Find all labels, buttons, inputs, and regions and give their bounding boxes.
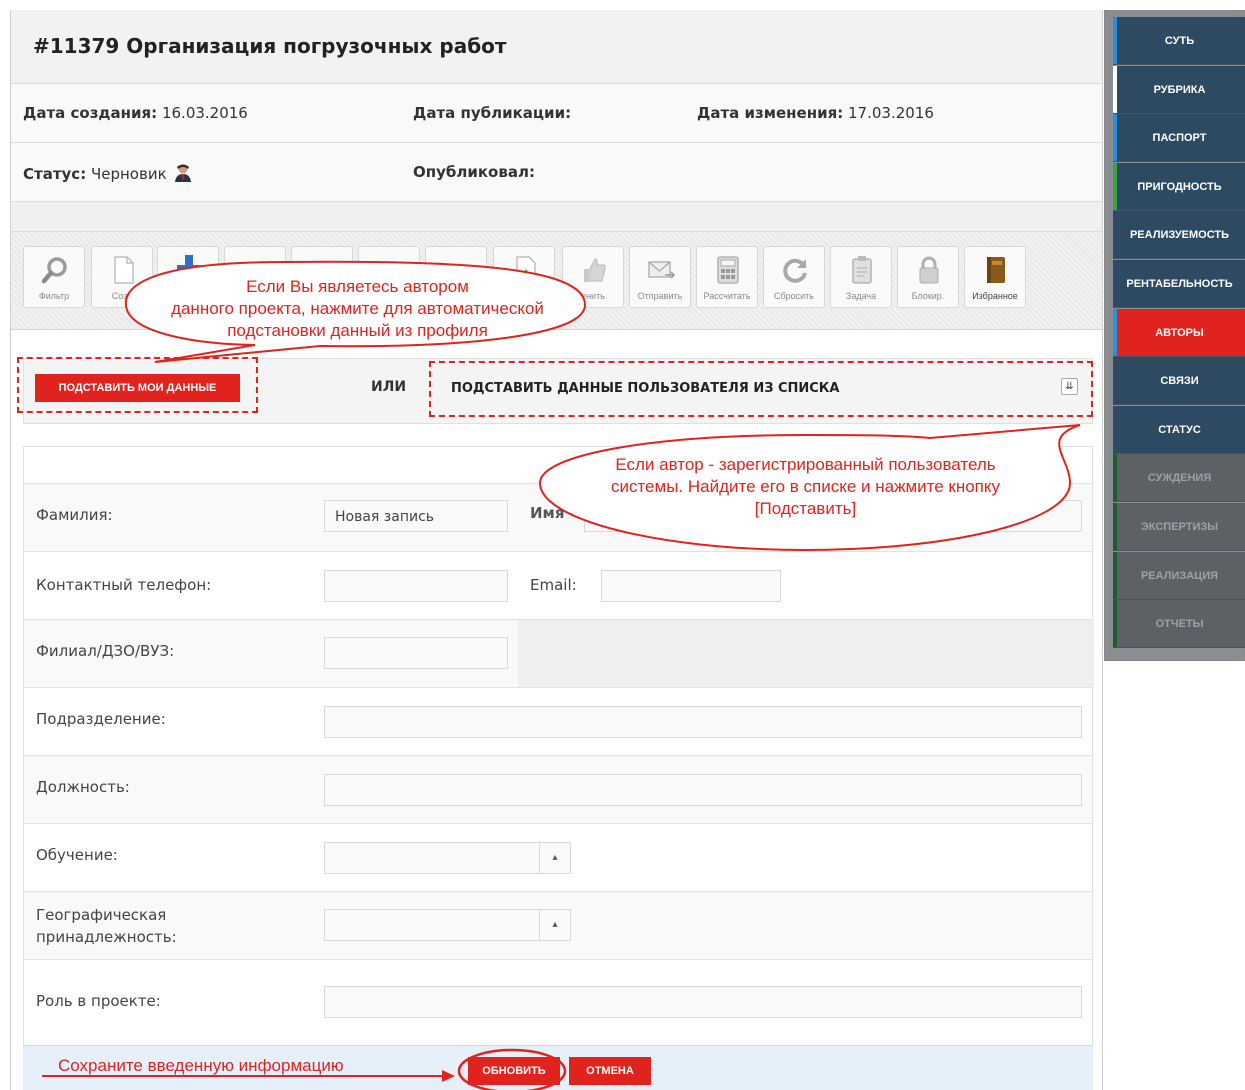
sidebar-item-indicator — [1113, 551, 1117, 599]
callout-top-line-3: подстановки данный из профиля — [227, 321, 488, 340]
callout-top-line-1: Если Вы являетесь автором — [246, 277, 469, 296]
sidebar-item-label: РЕАЛИЗУЕМОСТЬ — [1129, 229, 1230, 242]
callout-right-line-1: Если автор - зарегистрированный пользова… — [615, 455, 996, 474]
sidebar-item-3[interactable]: ПРИГОДНОСТЬ — [1113, 162, 1245, 211]
sidebar-item-8[interactable]: СТАТУС — [1113, 405, 1245, 454]
sidebar-item-indicator — [1113, 260, 1117, 307]
sidebar-item-label: РЕАЛИЗАЦИЯ — [1140, 569, 1219, 582]
sidebar-item-0[interactable]: СУТЬ — [1113, 17, 1245, 65]
sidebar-item-5[interactable]: РЕНТАБЕЛЬНОСТЬ — [1113, 260, 1245, 308]
sidebar-item-indicator — [1113, 65, 1117, 113]
sidebar-item-label: СУТЬ — [1164, 35, 1195, 47]
sidebar-item-indicator — [1113, 454, 1117, 502]
sidebar-item-6[interactable]: АВТОРЫ — [1113, 308, 1245, 357]
sidebar-item-indicator — [1113, 114, 1117, 162]
section-sidebar: СУТЬ РУБРИКА ПАСПОРТ ПРИГОДНОСТЬ РЕАЛИЗУЕМОС… — [1104, 10, 1245, 661]
sidebar-item-1[interactable]: РУБРИКА — [1113, 65, 1245, 114]
sidebar-item-11[interactable]: РЕАЛИЗАЦИЯ — [1113, 551, 1245, 600]
sidebar-item-label: СТАТУС — [1158, 423, 1201, 436]
arrow-right-icon — [442, 1070, 455, 1082]
sidebar-item-indicator — [1113, 357, 1117, 405]
sidebar-item-indicator — [1113, 405, 1117, 453]
callout-top-line-2: данного проекта, нажмите для автоматичес… — [171, 299, 544, 318]
update-button-highlight — [457, 1048, 567, 1090]
sidebar-item-indicator — [1113, 503, 1117, 550]
sidebar-item-label: РУБРИКА — [1153, 83, 1206, 96]
save-hint-text: Сохраните введенную информацию — [58, 1056, 344, 1075]
callout-right-line-3: [Подставить] — [754, 499, 857, 518]
sidebar-item-indicator — [1113, 600, 1117, 648]
sidebar-item-label: ЭКСПЕРТИЗЫ — [1140, 521, 1219, 533]
callout-right-line-2: системы. Найдите его в списке и нажмите … — [610, 477, 1001, 496]
sidebar-item-7[interactable]: СВЯЗИ — [1113, 357, 1245, 406]
sidebar-item-label: ОТЧЕТЫ — [1155, 618, 1204, 631]
sidebar-item-indicator — [1113, 162, 1117, 210]
callout-right-text: Если автор - зарегистрированный пользова… — [548, 454, 1063, 520]
sidebar-item-12[interactable]: ОТЧЕТЫ — [1113, 600, 1245, 649]
sidebar-item-label: РЕНТАБЕЛЬНОСТЬ — [1126, 278, 1233, 290]
sidebar-item-label: СУЖДЕНИЯ — [1147, 472, 1212, 485]
sidebar-item-indicator — [1113, 308, 1117, 356]
callout-top-text: Если Вы являетесь автором данного проект… — [130, 276, 585, 342]
sidebar-item-label: ПРИГОДНОСТЬ — [1137, 180, 1222, 193]
sidebar-item-label: СВЯЗИ — [1160, 375, 1199, 388]
sidebar-item-label: АВТОРЫ — [1155, 326, 1204, 339]
sidebar-item-9[interactable]: СУЖДЕНИЯ — [1113, 454, 1245, 503]
sidebar-item-10[interactable]: ЭКСПЕРТИЗЫ — [1113, 503, 1245, 551]
sidebar-item-2[interactable]: ПАСПОРТ — [1113, 114, 1245, 163]
sidebar-item-indicator — [1113, 211, 1117, 259]
annotation-overlay — [42, 260, 1081, 1090]
sidebar-item-indicator — [1113, 17, 1117, 64]
sidebar-item-4[interactable]: РЕАЛИЗУЕМОСТЬ — [1113, 211, 1245, 260]
sidebar-item-label: ПАСПОРТ — [1152, 132, 1207, 145]
